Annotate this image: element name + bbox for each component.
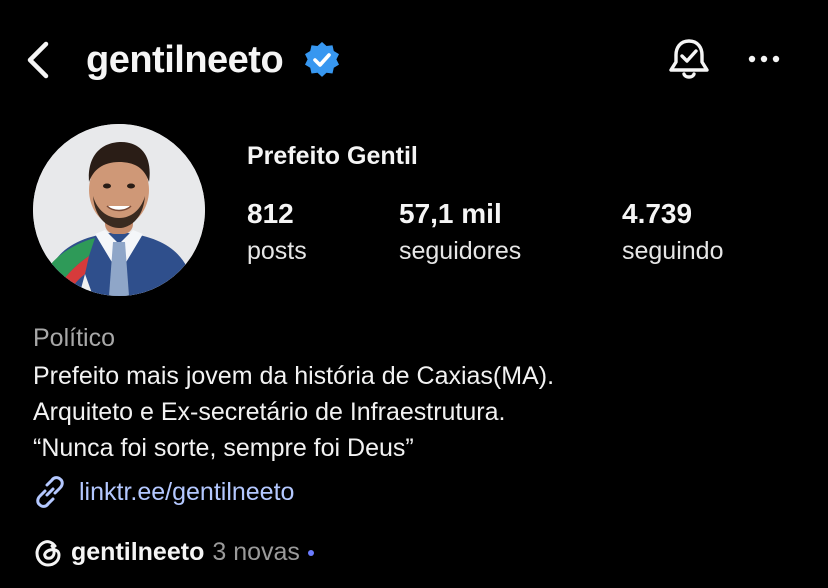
stat-following-label: seguindo [622,237,724,265]
profile-avatar[interactable] [33,124,205,296]
bell-check-icon[interactable] [666,36,712,82]
verified-badge-icon [305,42,339,77]
threads-new-count: 3 novas [212,537,300,566]
threads-badge[interactable]: gentilneeto 3 novas [33,534,314,570]
bio-line: Prefeito mais jovem da história de Caxia… [33,362,555,390]
threads-icon [35,540,61,567]
more-options-icon[interactable] [744,44,784,74]
stat-followers-label: seguidores [399,237,522,265]
new-indicator-dot [307,550,314,556]
threads-username: gentilneeto [71,537,205,566]
bio-line: Arquiteto e Ex-secretário de Infraestrut… [33,398,506,426]
stat-posts[interactable]: 812 posts [247,196,307,268]
profile-username: gentilneeto [86,39,284,81]
stat-posts-value: 812 [247,198,294,229]
bio-line: “Nunca foi sorte, sempre foi Deus” [33,434,414,462]
profile-category: Político [33,324,115,352]
profile-bio: Prefeito mais jovem da história de Caxia… [33,358,554,466]
profile-link[interactable]: linktr.ee/gentilneeto [33,474,294,510]
avatar-portrait-image [33,124,205,296]
link-icon [36,476,64,508]
stat-following-value: 4.739 [622,198,693,229]
back-chevron-icon[interactable] [22,40,58,80]
profile-link-text: linktr.ee/gentilneeto [79,478,295,506]
stat-following[interactable]: 4.739 seguindo [622,196,723,268]
stat-posts-label: posts [247,237,307,265]
stat-followers-value: 57,1 mil [399,198,502,229]
stat-followers[interactable]: 57,1 mil seguidores [399,196,521,268]
profile-full-name: Prefeito Gentil [247,142,418,170]
